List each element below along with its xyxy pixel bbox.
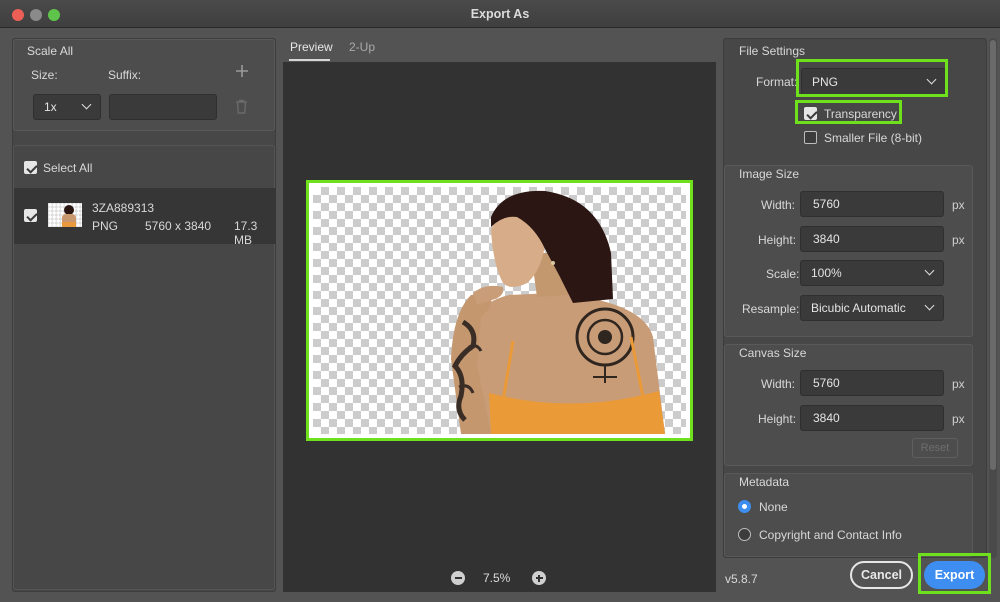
add-scale-icon[interactable] xyxy=(235,64,249,78)
metadata-title: Metadata xyxy=(739,475,790,489)
smaller-file-label: Smaller File (8-bit) xyxy=(824,131,923,145)
trash-icon[interactable] xyxy=(235,99,248,114)
tab-preview[interactable]: Preview xyxy=(290,40,333,54)
image-height-input[interactable]: 3840 xyxy=(800,226,944,252)
metadata-group: Metadata None Copyright and Contact Info xyxy=(724,473,973,557)
scale-label: Scale: xyxy=(766,267,800,281)
metadata-copyright-label: Copyright and Contact Info xyxy=(759,528,902,542)
zoom-controls: 7.5% xyxy=(283,566,716,590)
zoom-in-icon[interactable] xyxy=(532,571,546,585)
format-highlight-box xyxy=(796,59,948,97)
asset-format: PNG xyxy=(92,219,119,233)
image-height-unit: px xyxy=(952,233,965,247)
image-size-group: Image Size Width: 5760 px Height: 3840 p… xyxy=(724,165,973,337)
asset-checkbox[interactable] xyxy=(24,209,37,222)
title-bar: Export As xyxy=(0,0,1000,28)
cancel-button[interactable]: Cancel xyxy=(850,561,913,589)
asset-filesize: 17.3 MB xyxy=(234,219,258,247)
resample-label: Resample: xyxy=(742,302,800,316)
image-size-title: Image Size xyxy=(739,167,800,181)
size-select[interactable]: 1x xyxy=(33,94,101,120)
canvas-size-group: Canvas Size Width: 5760 px Height: 3840 … xyxy=(724,344,973,466)
asset-name: 3ZA889313 xyxy=(92,201,155,215)
resample-select[interactable]: Bicubic Automatic xyxy=(800,295,944,321)
select-all-row[interactable]: Select All xyxy=(14,146,274,186)
metadata-none-radio[interactable] xyxy=(738,500,751,513)
canvas-width-input[interactable]: 5760 xyxy=(800,370,944,396)
assets-panel: Scale All Size: Suffix: 1x Select All 3Z… xyxy=(12,38,276,592)
canvas-width-unit: px xyxy=(952,377,965,391)
scale-all-group: Scale All Size: Suffix: 1x xyxy=(13,39,275,131)
metadata-copyright-radio[interactable] xyxy=(738,528,751,541)
transparency-highlight-box xyxy=(795,100,902,124)
suffix-input[interactable] xyxy=(109,94,217,120)
chevron-down-icon xyxy=(924,265,935,276)
canvas-height-unit: px xyxy=(952,412,965,426)
file-settings-title: File Settings xyxy=(739,44,806,58)
scale-select[interactable]: 100% xyxy=(800,260,944,286)
window-title: Export As xyxy=(470,7,530,21)
preview-highlight-frame xyxy=(306,180,693,441)
transparent-preview-image xyxy=(313,187,686,434)
image-height-label: Height: xyxy=(758,233,797,247)
image-width-unit: px xyxy=(952,198,965,212)
asset-dimensions: 5760 x 3840 xyxy=(145,219,212,233)
file-settings-group: File Settings Format: PNG Transparency S… xyxy=(724,39,986,157)
canvas-width-label: Width: xyxy=(761,377,796,391)
select-all-label: Select All xyxy=(43,161,93,175)
canvas-height-input[interactable]: 3840 xyxy=(800,405,944,431)
chevron-down-icon xyxy=(924,300,935,311)
select-all-checkbox[interactable] xyxy=(24,161,37,174)
scale-select-value: 100% xyxy=(811,266,842,280)
format-label: Format: xyxy=(756,75,798,89)
zoom-level: 7.5% xyxy=(483,571,511,585)
asset-row[interactable]: 3ZA889313 PNG 5760 x 3840 17.3 MB xyxy=(14,188,276,247)
scale-all-title: Scale All xyxy=(27,44,74,58)
reset-button[interactable]: Reset xyxy=(912,438,958,458)
zoom-out-icon[interactable] xyxy=(451,571,465,585)
metadata-none-label: None xyxy=(759,500,788,514)
active-tab-indicator xyxy=(289,59,330,61)
preview-area: Preview 2-Up 7.5% xyxy=(283,38,716,592)
settings-scrollbar-thumb[interactable] xyxy=(990,40,996,470)
asset-list-group: Select All 3ZA889313 PNG 5760 x 3840 17.… xyxy=(13,145,276,590)
image-width-label: Width: xyxy=(761,198,796,212)
preview-canvas[interactable]: 7.5% xyxy=(283,62,716,592)
size-select-value: 1x xyxy=(44,100,57,114)
asset-thumbnail xyxy=(48,203,82,227)
canvas-size-title: Canvas Size xyxy=(739,346,807,360)
resample-select-value: Bicubic Automatic xyxy=(811,301,906,315)
size-label: Size: xyxy=(31,68,58,82)
version-label: v5.8.7 xyxy=(725,572,758,586)
suffix-label: Suffix: xyxy=(108,68,142,82)
chevron-down-icon xyxy=(81,99,92,110)
canvas-height-label: Height: xyxy=(758,412,797,426)
export-button[interactable]: Export xyxy=(924,561,985,589)
image-width-input[interactable]: 5760 xyxy=(800,191,944,217)
tab-2-up[interactable]: 2-Up xyxy=(349,40,375,54)
export-as-dialog: Export As Scale All Size: Suffix: 1x Sel… xyxy=(0,0,1000,602)
smaller-file-checkbox[interactable] xyxy=(804,131,817,144)
